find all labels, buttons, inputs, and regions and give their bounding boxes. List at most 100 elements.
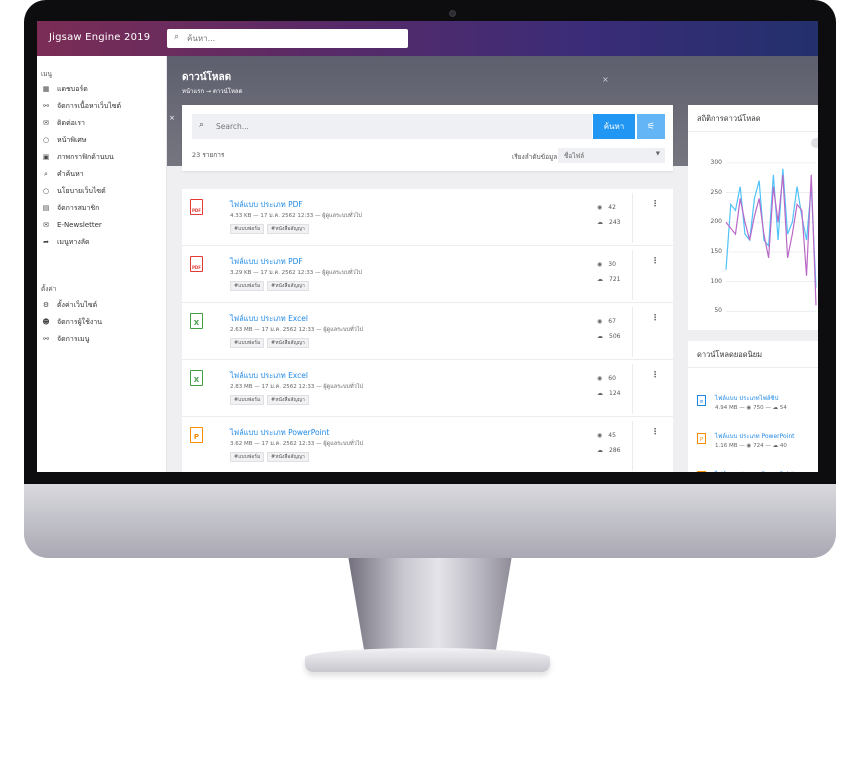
cloud-download-icon: ☁ bbox=[597, 390, 603, 397]
sort-label: เรียงลำดับข้อมูล bbox=[512, 153, 558, 161]
sidebar-item[interactable]: ✉ E-Newsletter bbox=[37, 218, 167, 232]
range-handle[interactable] bbox=[811, 138, 818, 148]
sidebar-item-label: ภาพกราฟิกด้านบน bbox=[57, 152, 114, 161]
sidebar-item[interactable]: ▣ ภาพกราฟิกด้านบน bbox=[37, 150, 167, 164]
sidebar-item[interactable]: ⚙ ตั้งค่าเว็บไซต์ bbox=[37, 298, 167, 312]
more-options-icon[interactable]: ⋮ bbox=[651, 370, 659, 379]
file-name[interactable]: ไฟล์แบบ ประเภท PowerPoint bbox=[230, 427, 329, 439]
file-tag[interactable]: #แบบฟอร์ม bbox=[230, 338, 265, 348]
envelope-icon: ✉ bbox=[43, 119, 49, 127]
sort-select[interactable]: ชื่อไฟล์ ▼ bbox=[558, 148, 665, 163]
file-name[interactable]: ไฟล์แบบ ประเภท PDF bbox=[230, 256, 303, 268]
sidebar-item-label: E-Newsletter bbox=[57, 221, 102, 229]
filter-icon[interactable]: ⚟ bbox=[637, 114, 665, 139]
image-icon: ▣ bbox=[42, 153, 50, 161]
file-tag[interactable]: #หนังสือสัญญา bbox=[267, 452, 309, 462]
sidebar-item[interactable]: ⚯ จัดการเนื้อหาเว็บไซต์ bbox=[37, 99, 167, 113]
divider bbox=[632, 421, 633, 471]
download-count-value: 243 bbox=[609, 219, 621, 226]
pdf-file-icon: PDF bbox=[190, 256, 203, 272]
sidebar-item-label: ติดต่อเรา bbox=[57, 118, 85, 127]
download-count: ☁ 124 bbox=[597, 390, 620, 397]
file-meta: 3.62 MB — 17 ม.ค. 2562 12:33 — ผู้ดูแลระ… bbox=[230, 441, 363, 447]
popular-item-name[interactable]: ไฟล์แบบ ประเภท PowerPoint bbox=[715, 469, 795, 472]
top-search[interactable]: ⌕ bbox=[167, 29, 408, 48]
gear-icon: ⚙ bbox=[42, 301, 50, 309]
file-size: 1.16 MB bbox=[715, 443, 738, 449]
series-line bbox=[725, 174, 817, 306]
app-title: Jigsaw Engine 2019 bbox=[49, 32, 151, 43]
file-tag[interactable]: #แบบฟอร์ม bbox=[230, 224, 265, 234]
file-name[interactable]: ไฟล์แบบ ประเภท PDF bbox=[230, 199, 303, 211]
users-icon: ☻ bbox=[42, 318, 50, 326]
popular-item-name[interactable]: ไฟล์แบบ ประเภทไฟล์ซิป bbox=[715, 393, 778, 403]
sidebar-item[interactable]: ☻ จัดการผู้ใช้งาน bbox=[37, 315, 167, 329]
cloud-download-icon: ☁ bbox=[597, 219, 603, 226]
view-count: ◉ 60 bbox=[597, 375, 616, 382]
close-icon[interactable]: × bbox=[602, 75, 609, 84]
view-count-value: 42 bbox=[608, 204, 616, 211]
sidebar-item-label: คำค้นหา bbox=[57, 169, 84, 178]
powerpoint-file-icon: P bbox=[697, 471, 706, 472]
popular-item-meta: 4.94 MB — ◉ 750 — ☁ 54 bbox=[715, 405, 787, 411]
sidebar-item[interactable]: ⚯ จัดการเมนู bbox=[37, 332, 167, 346]
circle-icon: ○ bbox=[42, 187, 50, 195]
chevron-down-icon: ▼ bbox=[655, 151, 660, 157]
breadcrumb[interactable]: หน้าแรก → ดาวน์โหลด bbox=[182, 86, 242, 96]
file-name[interactable]: ไฟล์แบบ ประเภท Excel bbox=[230, 313, 308, 325]
search-icon: ⌕ bbox=[174, 32, 180, 42]
file-tag[interactable]: #แบบฟอร์ม bbox=[230, 452, 265, 462]
sidebar-item-label: จัดการเนื้อหาเว็บไซต์ bbox=[57, 101, 122, 110]
popular-item[interactable]: Pไฟล์แบบ ประเภท PowerPoint4.98 MB — ◉ 70… bbox=[688, 467, 818, 472]
file-name[interactable]: ไฟล์แบบ ประเภท Excel bbox=[230, 370, 308, 382]
search-field[interactable]: ⌕ bbox=[192, 114, 592, 139]
file-tag[interactable]: #แบบฟอร์ม bbox=[230, 395, 265, 405]
view-count: ◉ 45 bbox=[597, 432, 616, 439]
more-options-icon[interactable]: ⋮ bbox=[651, 313, 659, 322]
file-tag[interactable]: #หนังสือสัญญา bbox=[267, 395, 309, 405]
view-count: ◉ 67 bbox=[597, 318, 616, 325]
sidebar-item[interactable]: ○ นโยบายเว็บไซต์ bbox=[37, 184, 167, 198]
sidebar-item-label: จัดการสมาชิก bbox=[57, 203, 100, 212]
more-options-icon[interactable]: ⋮ bbox=[651, 427, 659, 436]
sidebar-item[interactable]: ⌕ คำค้นหา bbox=[37, 167, 167, 181]
separator: — bbox=[763, 405, 773, 411]
excel-file-icon: X bbox=[190, 313, 203, 329]
popular-downloads-card: ดาวน์โหลดยอดนิยม ≡ ไฟล์แบบ ประเภทไฟล์ซิป 4… bbox=[688, 341, 818, 472]
sidebar-item[interactable]: ➦ เมนูทางลัด bbox=[37, 235, 167, 249]
popular-item[interactable]: ≡ ไฟล์แบบ ประเภทไฟล์ซิป 4.94 MB — ◉ 750 — … bbox=[688, 391, 818, 429]
file-tag[interactable]: #หนังสือสัญญา bbox=[267, 338, 309, 348]
file-tag[interactable]: #หนังสือสัญญา bbox=[267, 281, 309, 291]
sitemap-icon: ⚯ bbox=[43, 102, 49, 110]
search-button[interactable]: ค้นหา bbox=[593, 114, 635, 139]
sidebar-item[interactable]: ○ หน้าพิเศษ bbox=[37, 133, 167, 147]
file-row[interactable]: PDF ไฟล์แบบ ประเภท PDF 3.29 KB — 17 ม.ค. 2… bbox=[182, 246, 673, 303]
file-row[interactable]: X ไฟล์แบบ ประเภท Excel 2.63 MB — 17 ม.ค. 2… bbox=[182, 303, 673, 360]
sidebar-item[interactable]: ▤ จัดการสมาชิก bbox=[37, 201, 167, 215]
popular-item[interactable]: P ไฟล์แบบ ประเภท PowerPoint 1.16 MB — ◉ 72… bbox=[688, 429, 818, 467]
file-meta: 2.83 MB — 17 ม.ค. 2562 12:33 — ผู้ดูแลระ… bbox=[230, 384, 363, 390]
file-tag[interactable]: #แบบฟอร์ม bbox=[230, 281, 265, 291]
file-row[interactable]: PDF ไฟล์แบบ ประเภท PDF 4.33 KB — 17 ม.ค. 2… bbox=[182, 189, 673, 246]
sidebar-close-icon[interactable]: × bbox=[169, 114, 175, 122]
popular-item-name[interactable]: ไฟล์แบบ ประเภท PowerPoint bbox=[715, 431, 795, 441]
separator: — bbox=[737, 405, 747, 411]
sidebar-item[interactable]: ✉ ติดต่อเรา bbox=[37, 116, 167, 130]
doc-file-icon: ≡ bbox=[697, 395, 706, 406]
file-tag[interactable]: #หนังสือสัญญา bbox=[267, 224, 309, 234]
file-row[interactable]: X ไฟล์แบบ ประเภท Excel 2.83 MB — 17 ม.ค. 2… bbox=[182, 360, 673, 417]
share-icon: ➦ bbox=[43, 238, 49, 246]
sitemap-icon: ⚯ bbox=[43, 335, 49, 343]
download-count-value: 721 bbox=[609, 276, 621, 283]
eye-icon: ◉ bbox=[746, 443, 752, 449]
search-input[interactable] bbox=[216, 119, 586, 134]
sidebar-item[interactable]: ▦ แดชบอร์ด bbox=[37, 82, 167, 96]
divider bbox=[632, 250, 633, 300]
more-options-icon[interactable]: ⋮ bbox=[651, 256, 659, 265]
top-search-input[interactable] bbox=[187, 31, 397, 46]
monitor-chin bbox=[24, 484, 836, 558]
id-card-icon: ▤ bbox=[42, 204, 50, 212]
file-row[interactable]: P ไฟล์แบบ ประเภท PowerPoint 3.62 MB — 17 ม… bbox=[182, 417, 673, 472]
more-options-icon[interactable]: ⋮ bbox=[651, 199, 659, 208]
sidebar-item-label: ตั้งค่าเว็บไซต์ bbox=[57, 300, 98, 309]
